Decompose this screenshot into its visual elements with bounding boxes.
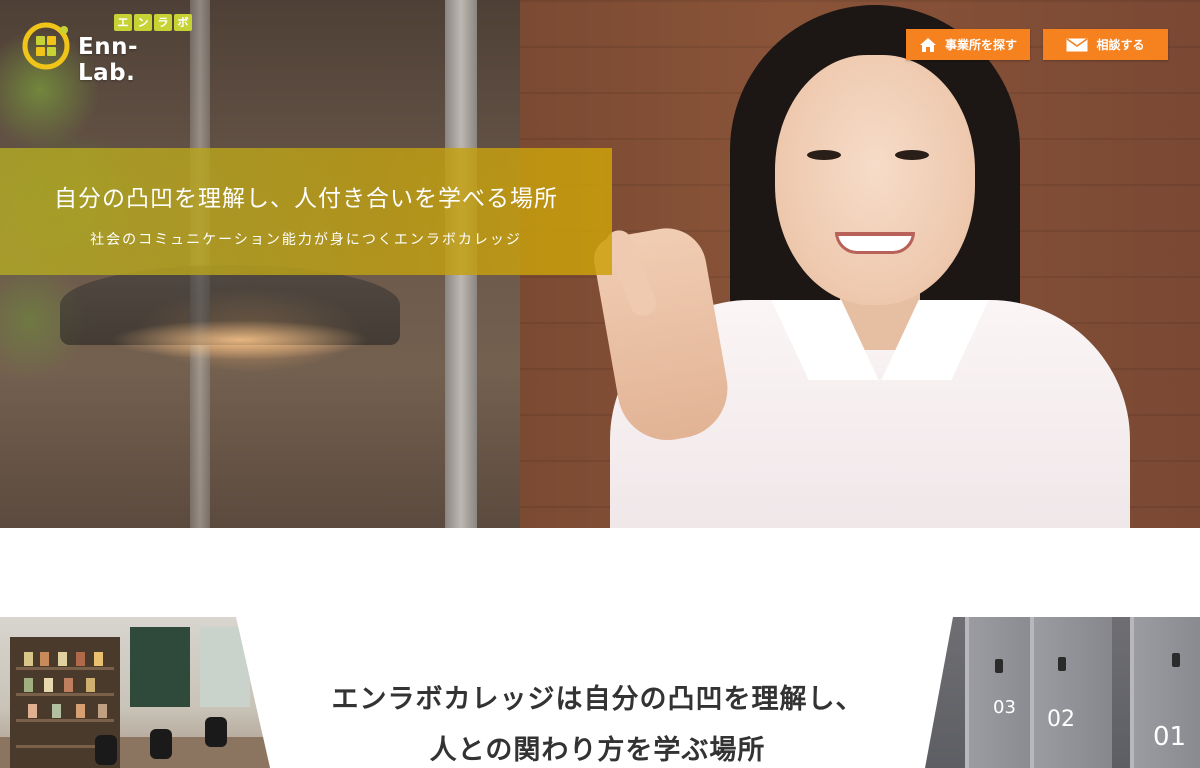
logo-mark-icon xyxy=(22,22,70,70)
intro-photo-right: 03 02 01 xyxy=(925,617,1200,768)
hero-section: エ ン ラ ボ Enn-Lab. 事業所を探す 相談する 自分の凸凹を理解し、人… xyxy=(0,0,1200,528)
hero-lamp-glow xyxy=(110,320,370,360)
hero-person-photo xyxy=(590,0,1160,528)
consult-label: 相談する xyxy=(1096,38,1145,52)
find-office-label: 事業所を探す xyxy=(944,38,1017,52)
booth-lamp xyxy=(995,659,1003,673)
logo-kana-char: ボ xyxy=(174,14,192,31)
logo-kana: エ ン ラ ボ xyxy=(114,14,192,31)
site-logo[interactable]: エ ン ラ ボ Enn-Lab. xyxy=(22,14,192,86)
office-window xyxy=(130,627,190,707)
logo-kana-char: ラ xyxy=(154,14,172,31)
study-booth xyxy=(1030,617,1112,768)
hero-catch-band: 自分の凸凹を理解し、人付き合いを学べる場所 社会のコミュニケーション能力が身につ… xyxy=(0,148,612,275)
hero-headline: 自分の凸凹を理解し、人付き合いを学べる場所 xyxy=(54,186,558,212)
intro-heading: エンラボカレッジは自分の凸凹を理解し、 人との関わり方を学ぶ場所 xyxy=(270,674,925,768)
office-chair xyxy=(205,717,227,747)
intro-photo-left xyxy=(0,617,270,768)
office-window xyxy=(200,627,250,707)
booth-lamp xyxy=(1172,653,1180,667)
consult-button[interactable]: 相談する xyxy=(1043,29,1168,60)
booth-number: 02 xyxy=(1047,707,1075,732)
intro-heading-line: エンラボカレッジは自分の凸凹を理解し、 xyxy=(331,684,864,715)
mail-icon xyxy=(1066,37,1088,51)
intro-heading-line: 人との関わり方を学ぶ場所 xyxy=(429,735,766,766)
booth-number: 03 xyxy=(993,697,1016,718)
home-icon xyxy=(919,37,936,52)
logo-kana-char: エ xyxy=(114,14,132,31)
office-chair xyxy=(95,735,117,765)
logo-kana-char: ン xyxy=(134,14,152,31)
booth-lamp xyxy=(1058,657,1066,671)
office-chair xyxy=(150,729,172,759)
logo-wordmark: Enn-Lab. xyxy=(78,34,139,86)
hero-subheadline: 社会のコミュニケーション能力が身につくエンラボカレッジ xyxy=(90,232,522,248)
find-office-button[interactable]: 事業所を探す xyxy=(906,29,1030,60)
booth-number: 01 xyxy=(1153,722,1187,752)
